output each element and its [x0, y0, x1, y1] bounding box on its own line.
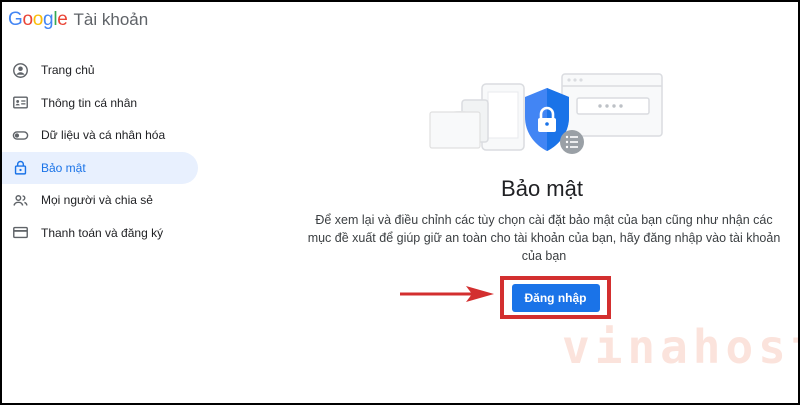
signin-button[interactable]: Đăng nhập — [511, 283, 600, 312]
sidebar-item-data-privacy[interactable]: Dữ liệu và cá nhân hóa — [2, 119, 198, 152]
security-illustration — [429, 73, 663, 154]
id-card-icon — [11, 94, 29, 112]
sidebar-item-payments[interactable]: Thanh toán và đăng ký — [2, 217, 198, 250]
arrow-right-icon — [400, 286, 494, 302]
google-logo: Google — [8, 9, 68, 31]
logo-letter: g — [43, 9, 54, 30]
sidebar-item-label: Thanh toán và đăng ký — [41, 225, 164, 240]
logo-letter: o — [22, 9, 33, 30]
vinahost-watermark: vinahost — [562, 320, 798, 374]
account-circle-icon — [11, 61, 29, 79]
page-title: Bảo mật — [501, 176, 583, 201]
sidebar-item-label: Mọi người và chia sẻ — [41, 193, 153, 208]
sidebar-item-personal-info[interactable]: Thông tin cá nhân — [2, 87, 198, 120]
lock-icon — [11, 159, 29, 177]
sidebar-item-label: Trang chủ — [41, 63, 95, 78]
logo-letter: e — [57, 9, 68, 30]
sidebar-nav: Trang chủ Thông tin cá nhân Dữ liệu và c… — [2, 54, 202, 249]
sidebar-item-home[interactable]: Trang chủ — [2, 54, 198, 87]
sidebar-item-label: Bảo mật — [41, 160, 86, 175]
sidebar-item-label: Dữ liệu và cá nhân hóa — [41, 128, 166, 143]
watermark-text: vinahost — [562, 320, 798, 374]
toggle-icon — [11, 126, 29, 144]
credit-card-icon — [11, 224, 29, 242]
page-frame: Google Tài khoản Trang chủ Thông tin cá … — [2, 2, 798, 403]
signin-highlight-box: Đăng nhập — [500, 276, 611, 319]
sidebar-item-people-sharing[interactable]: Mọi người và chia sẻ — [2, 184, 198, 217]
logo-letter: o — [32, 9, 44, 30]
sidebar-item-security[interactable]: Bảo mật — [2, 151, 198, 184]
people-icon — [11, 191, 29, 209]
sidebar-item-label: Thông tin cá nhân — [41, 95, 138, 110]
product-name: Tài khoản — [73, 10, 149, 29]
logo-letter: G — [8, 9, 23, 30]
header-brand[interactable]: Google Tài khoản — [8, 9, 148, 31]
page-description: Để xem lại và điều chỉnh các tùy chọn cà… — [307, 213, 781, 263]
